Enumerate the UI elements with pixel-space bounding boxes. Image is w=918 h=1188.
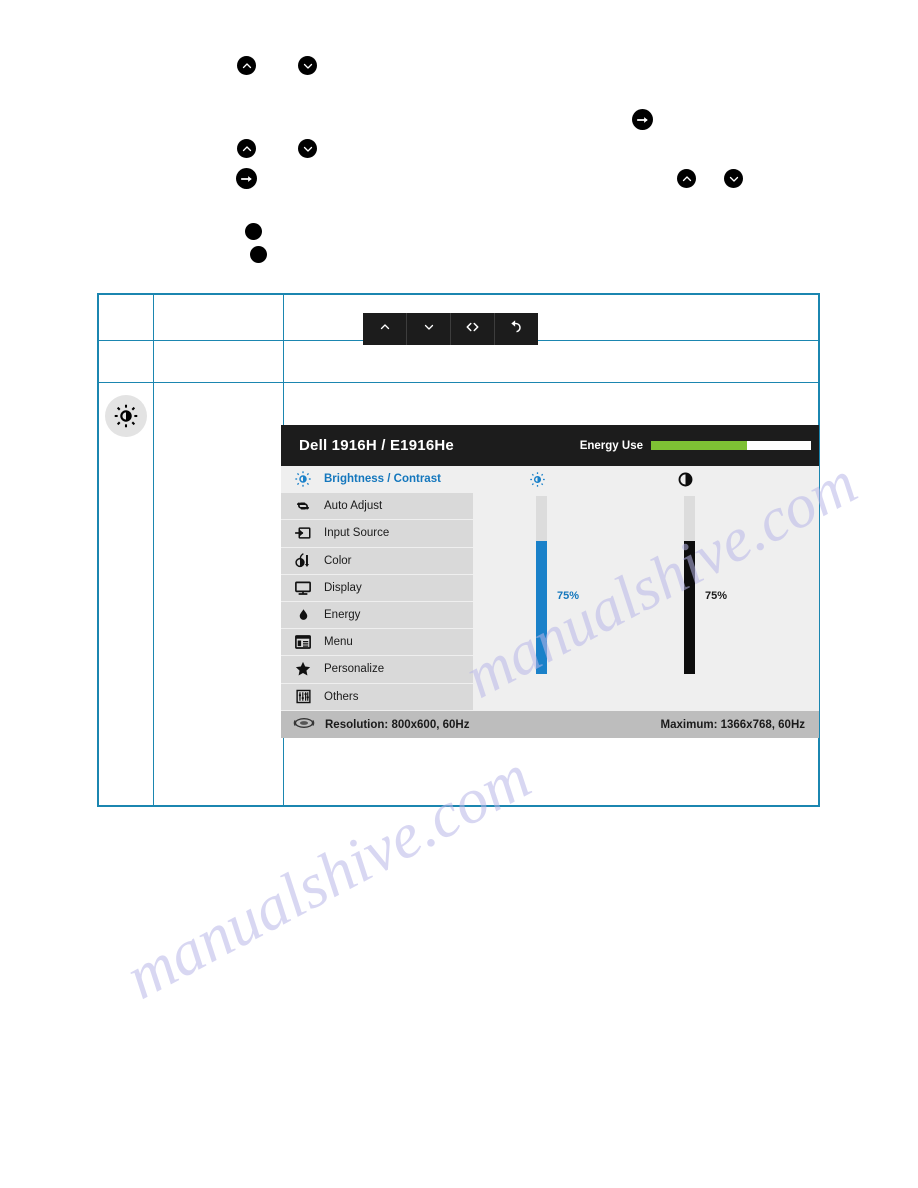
osd-menu-item-color[interactable]: Color [281, 547, 473, 575]
resolution-icon [293, 717, 315, 732]
osd-menu-item-label: Color [324, 554, 352, 567]
brightness-slider[interactable]: 75% [505, 466, 625, 711]
nav-leftright-button[interactable] [451, 313, 495, 345]
display-icon [293, 579, 313, 597]
chevron-up-key-1 [237, 56, 256, 75]
chevron-down-key-3 [724, 169, 743, 188]
osd-status-bar: Resolution: 800x600, 60Hz Maximum: 1366x… [281, 711, 819, 738]
chevron-down-key-2 [298, 139, 317, 158]
osd-menu-item-display[interactable]: Display [281, 574, 473, 602]
chevron-up-key-2 [237, 139, 256, 158]
chevron-up-icon [379, 320, 391, 338]
osd-menu-item-input-source[interactable]: Input Source [281, 520, 473, 548]
osd-menu-item-label: Menu [324, 636, 353, 649]
osd-menu-item-label: Brightness / Contrast [324, 473, 441, 486]
osd-menu-item-label: Others [324, 690, 359, 703]
input-source-icon [293, 524, 313, 542]
chevron-down-icon [423, 320, 435, 338]
contrast-slider-value: 75% [705, 590, 728, 602]
table-row [97, 339, 820, 383]
table-cell-icon [97, 293, 154, 341]
brightness-icon [293, 470, 313, 488]
osd-menu-item-menu[interactable]: Menu [281, 629, 473, 657]
osd-title-bar: Dell 1916H / E1916He Energy Use [281, 425, 819, 466]
bullet-dot-2 [250, 246, 267, 263]
osd-adjust-panel: 75% 75% [473, 466, 819, 711]
brightness-slider-track[interactable] [536, 496, 547, 674]
nav-down-button[interactable] [407, 313, 451, 345]
arrow-right-key-1 [632, 109, 653, 130]
energy-use-indicator: Energy Use [580, 440, 813, 452]
osd-menu-list[interactable]: Brightness / Contrast Auto Adjust Input So… [281, 466, 473, 711]
contrast-slider-fill [684, 540, 695, 674]
osd-menu-item-auto-adjust[interactable]: Auto Adjust [281, 493, 473, 521]
osd-model-title: Dell 1916H / E1916He [299, 437, 454, 454]
osd-menu-item-energy[interactable]: Energy [281, 601, 473, 630]
table-cell-content [282, 339, 820, 383]
brightness-slider-value: 75% [557, 590, 580, 602]
energy-use-fill [651, 441, 747, 450]
osd-menu-item-brightness-contrast[interactable]: Brightness / Contrast [281, 466, 473, 494]
brightness-slider-fill [536, 540, 547, 674]
left-right-icon [464, 320, 481, 339]
table-cell-label [152, 293, 284, 341]
osd-menu-item-label: Personalize [324, 663, 385, 676]
table-cell-label [152, 381, 284, 807]
bullet-dot-1 [245, 223, 262, 240]
color-icon [293, 552, 313, 570]
osd-menu-item-label: Energy [324, 609, 361, 622]
arrow-right-key-2 [236, 168, 257, 189]
table-cell-label [152, 339, 284, 383]
brightness-icon [505, 466, 625, 492]
contrast-slider[interactable]: 75% [653, 466, 773, 711]
nav-back-button[interactable] [495, 313, 538, 345]
osd-window: Dell 1916H / E1916He Energy Use Brightne… [281, 425, 819, 738]
osd-body: Brightness / Contrast Auto Adjust Input So… [281, 466, 819, 711]
table-cell-icon [97, 381, 154, 807]
brightness-icon [104, 394, 147, 437]
contrast-icon [653, 466, 773, 492]
osd-menu-item-label: Display [324, 581, 362, 594]
energy-use-bar [651, 441, 811, 450]
osd-menu-item-others[interactable]: Others [281, 683, 473, 711]
maximum-resolution-text: Maximum: 1366x768, 60Hz [660, 718, 805, 731]
contrast-slider-track[interactable] [684, 496, 695, 674]
osd-menu-item-label: Auto Adjust [324, 500, 383, 513]
nav-up-button[interactable] [363, 313, 407, 345]
osd-menu-item-personalize[interactable]: Personalize [281, 656, 473, 684]
personalize-icon [293, 660, 313, 678]
chevron-down-key-1 [298, 56, 317, 75]
osd-menu-item-label: Input Source [324, 527, 390, 540]
osd-nav-bar[interactable] [363, 313, 538, 345]
chevron-up-key-3 [677, 169, 696, 188]
auto-adjust-icon [293, 497, 313, 515]
energy-use-label: Energy Use [579, 439, 643, 452]
others-icon [293, 688, 313, 706]
energy-icon [293, 606, 313, 624]
menu-icon [293, 633, 313, 651]
resolution-text: Resolution: 800x600, 60Hz [325, 718, 470, 731]
table-cell-icon [97, 339, 154, 383]
back-arrow-icon [509, 319, 524, 339]
